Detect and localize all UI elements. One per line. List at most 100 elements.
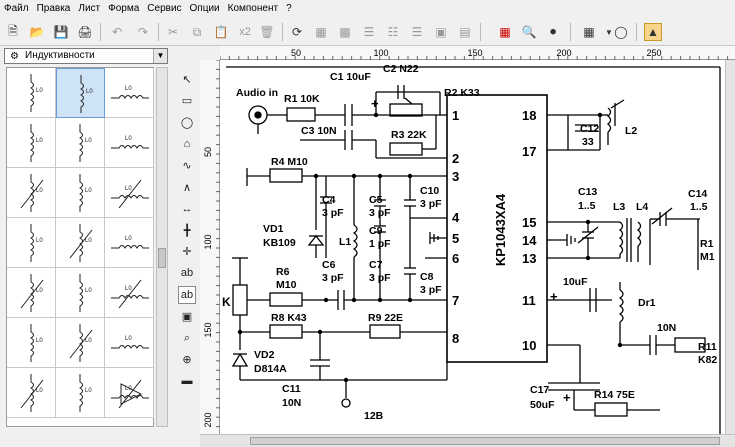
wire-icon[interactable]: ╋	[178, 221, 196, 239]
ruler-tick-label: 200	[556, 48, 571, 58]
library-symbol-6[interactable]: L0	[7, 168, 56, 218]
zoom-fit-icon[interactable]: ◯	[612, 23, 630, 41]
group-icon[interactable]: ▣	[432, 23, 450, 41]
menu-item-0[interactable]: Файл	[0, 0, 33, 18]
image-icon[interactable]: ▣	[178, 308, 196, 326]
save-icon[interactable]: 💾	[52, 23, 70, 41]
library-symbol-4[interactable]: L0	[56, 118, 105, 168]
mirror-v-icon[interactable]: ▩	[336, 23, 354, 41]
delete-icon[interactable]: 🗑	[258, 23, 276, 41]
menu-item-2[interactable]: Лист	[74, 0, 104, 18]
open-icon[interactable]: 📂	[28, 23, 46, 41]
library-symbol-11[interactable]: L0	[105, 218, 154, 268]
ruler-tick-label: 200	[203, 412, 213, 427]
library-symbol-12[interactable]: L0	[7, 268, 56, 318]
library-symbol-17[interactable]: L0	[105, 318, 154, 368]
undo-icon[interactable]: ↶	[108, 23, 126, 41]
text-icon[interactable]: ab	[178, 264, 196, 282]
rotate-icon[interactable]: ⟳	[288, 23, 306, 41]
menu-item-7[interactable]: ?	[282, 0, 296, 18]
ungroup-icon[interactable]: ▤	[456, 23, 474, 41]
align-icon[interactable]: ☰	[360, 23, 378, 41]
label-c5: C5	[369, 194, 383, 206]
library-symbol-8[interactable]: L0	[105, 168, 154, 218]
library-symbol-5[interactable]: L0	[105, 118, 154, 168]
inductor-symbol-icon: L0	[111, 379, 149, 409]
label-c3: C3 10N	[301, 125, 337, 137]
label-vd2: VD2	[254, 349, 275, 361]
library-symbol-0[interactable]: L0	[7, 68, 56, 118]
menu-item-4[interactable]: Сервис	[143, 0, 185, 18]
menu-item-3[interactable]: Форма	[104, 0, 143, 18]
library-symbol-9[interactable]: L0	[7, 218, 56, 268]
canvas-vertical-scrollbar[interactable]	[725, 60, 735, 434]
library-symbol-13[interactable]: L0	[56, 268, 105, 318]
chevron-down-icon[interactable]: ▼	[153, 49, 167, 63]
new-icon[interactable]: 🗎	[4, 23, 22, 41]
library-select[interactable]: ⚙ Индуктивности ▼	[4, 48, 168, 64]
label-r1: R1 10K	[284, 93, 320, 105]
symbol-label: L0	[36, 188, 43, 194]
mirror-h-icon[interactable]: ▦	[312, 23, 330, 41]
polygon-icon[interactable]: ⌂	[178, 135, 196, 153]
redo-icon[interactable]: ↷	[134, 23, 152, 41]
menu-item-6[interactable]: Компонент	[224, 0, 282, 18]
label-r6: R6	[276, 266, 290, 278]
inductor-symbol-icon: L0	[30, 124, 43, 162]
label-vd2-value: D814A	[254, 363, 287, 375]
inductor-symbol-icon: L0	[79, 124, 92, 162]
label-c14-value: 1..5	[690, 201, 708, 213]
netlist-icon[interactable]: ▦	[496, 23, 514, 41]
library-symbol-19[interactable]: L0	[56, 368, 105, 418]
bezier-icon[interactable]: ∿	[178, 156, 196, 174]
ruler-tick-label: 150	[203, 322, 213, 337]
library-symbol-10[interactable]: L0	[56, 218, 105, 268]
canvas-scroll-thumb[interactable]	[250, 437, 720, 445]
pin-11: 11	[522, 293, 536, 308]
schematic-canvas[interactable]: KP1043XA4 1 2 3 4 5 6 7 8 10 11 13 14 15…	[220, 60, 725, 434]
label-c5-value: 3 pF	[369, 207, 391, 219]
zoom-icon[interactable]: ⌕	[178, 329, 196, 347]
library-symbol-7[interactable]: L0	[56, 168, 105, 218]
polyline-icon[interactable]: ∧	[178, 178, 196, 196]
library-symbol-1[interactable]: L0	[56, 68, 105, 118]
label-c11-value: 10N	[282, 397, 301, 409]
pin-15: 15	[522, 215, 536, 230]
cut-icon[interactable]: ✂	[164, 23, 182, 41]
library-symbol-15[interactable]: L0	[7, 318, 56, 368]
vertical-ruler: 50 100 150 200	[200, 59, 220, 435]
binoculars-icon[interactable]: ⚫	[544, 23, 562, 41]
symbol-label: L0	[85, 138, 92, 144]
zoom-button[interactable]: x2	[234, 23, 256, 41]
align-right-icon[interactable]: ☷	[384, 23, 402, 41]
text-box-icon[interactable]: ab	[178, 286, 196, 304]
junction-icon[interactable]: ✛	[178, 243, 196, 261]
library-scrollbar[interactable]	[156, 67, 168, 427]
measure-icon[interactable]: ↔	[178, 200, 196, 218]
menu-item-1[interactable]: Правка	[33, 0, 75, 18]
pointer-icon[interactable]: ↖	[178, 70, 196, 88]
menu-item-5[interactable]: Опции	[186, 0, 224, 18]
library-symbol-20[interactable]: L0	[105, 368, 154, 418]
pin-7: 7	[452, 293, 459, 308]
library-symbol-2[interactable]: L0	[105, 68, 154, 118]
magnify-icon[interactable]: ⊕	[178, 351, 196, 369]
ellipse-icon[interactable]: ◯	[178, 113, 196, 131]
paste-icon[interactable]: 📋	[212, 23, 230, 41]
find-icon[interactable]: 🔍	[520, 23, 538, 41]
library-symbol-16[interactable]: L0	[56, 318, 105, 368]
print-icon[interactable]: 🖨	[76, 23, 94, 41]
macro-icon[interactable]: ▲	[644, 23, 662, 41]
library-symbol-14[interactable]: L0	[105, 268, 154, 318]
grid-icon[interactable]: ▦	[580, 23, 598, 41]
rectangle-icon[interactable]: ▭	[178, 92, 196, 110]
library-symbol-18[interactable]: L0	[7, 368, 56, 418]
align-bottom-icon[interactable]: ☰	[408, 23, 426, 41]
symbol-label: L0	[36, 388, 43, 394]
scale-icon[interactable]: ▬	[178, 372, 196, 390]
library-panel: ⚙ Индуктивности ▼ L0 L0 L0 L0 L0 L0 L0 L0 L0 L0 L0…	[0, 46, 170, 447]
copy-icon[interactable]: ⧉	[188, 23, 206, 41]
canvas-horizontal-scrollbar[interactable]	[200, 434, 735, 447]
library-symbol-3[interactable]: L0	[7, 118, 56, 168]
library-scroll-thumb[interactable]	[158, 248, 166, 268]
